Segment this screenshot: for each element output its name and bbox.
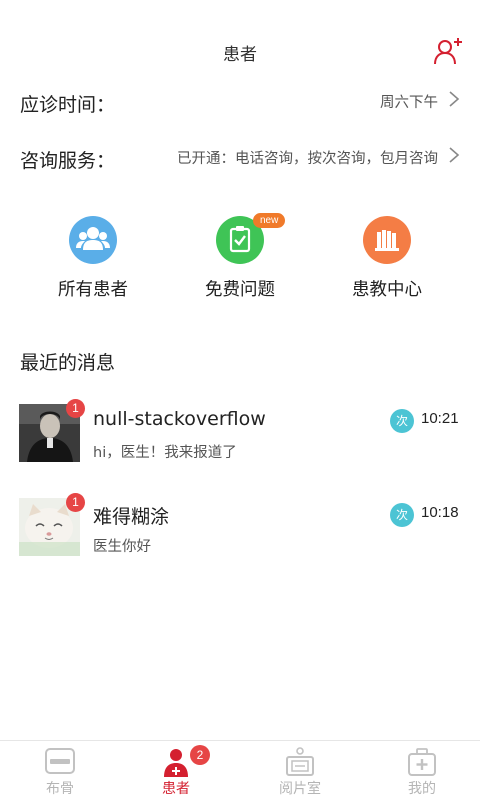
bottom-tab-bar: 布骨 2 患者 阅片室 我的 — [0, 740, 480, 800]
message-preview: 医生你好 — [93, 539, 151, 555]
books-icon — [363, 216, 411, 264]
buge-logo-icon — [43, 747, 77, 777]
tab-label: 布骨 — [46, 781, 74, 797]
tab-reading-room[interactable]: 阅片室 — [240, 741, 360, 800]
consult-type-badge: 次 — [390, 503, 414, 527]
list-item[interactable]: 1 难得糊涂 医生你好 次 10:18 — [0, 492, 480, 562]
consult-service-value: 已开通：电话咨询，按次咨询，包月咨询 — [177, 151, 438, 167]
message-time: 10:21 — [421, 410, 459, 427]
message-sender: 难得糊涂 — [93, 506, 170, 528]
consult-service-row[interactable]: 咨询服务： 已开通：电话咨询，按次咨询，包月咨询 — [0, 128, 480, 184]
clinic-hours-row[interactable]: 应诊时间： 周六下午 — [0, 72, 480, 128]
tab-label: 患者 — [162, 781, 190, 797]
message-sender: null-stackoverflow — [93, 408, 266, 430]
tab-buge[interactable]: 布骨 — [0, 741, 120, 800]
message-preview: hi，医生！我来报道了 — [93, 445, 237, 461]
free-questions-button[interactable]: new 免费问题 — [175, 213, 305, 300]
unread-badge: 1 — [66, 493, 85, 512]
consult-service-label: 咨询服务： — [20, 150, 116, 172]
tab-label: 阅片室 — [279, 781, 321, 797]
free-questions-label: 免费问题 — [205, 280, 275, 300]
medical-kit-icon — [405, 747, 439, 777]
all-patients-label: 所有患者 — [58, 280, 128, 300]
consult-type-badge: 次 — [390, 409, 414, 433]
patient-education-label: 患教中心 — [352, 280, 422, 300]
patients-group-icon — [69, 216, 117, 264]
chevron-right-icon — [448, 146, 460, 164]
patient-icon — [159, 747, 193, 777]
clinic-hours-label: 应诊时间： — [20, 94, 116, 116]
header: 患者 — [0, 0, 480, 76]
message-time: 10:18 — [421, 504, 459, 521]
list-item[interactable]: 1 null-stackoverflow hi，医生！我来报道了 次 10:21 — [0, 398, 480, 468]
patient-education-button[interactable]: 患教中心 — [322, 216, 452, 300]
add-patient-icon[interactable] — [432, 36, 464, 68]
new-badge: new — [253, 213, 286, 228]
tab-patients[interactable]: 2 患者 — [116, 741, 236, 800]
clinic-hours-value: 周六下午 — [380, 95, 438, 111]
chevron-right-icon — [448, 90, 460, 108]
page-title: 患者 — [223, 45, 257, 65]
xray-viewer-icon — [283, 747, 317, 777]
recent-messages-title: 最近的消息 — [20, 352, 116, 374]
tab-label: 我的 — [408, 781, 436, 797]
patients-count-badge: 2 — [190, 745, 210, 765]
unread-badge: 1 — [66, 399, 85, 418]
tab-mine[interactable]: 我的 — [362, 741, 480, 800]
all-patients-button[interactable]: 所有患者 — [28, 216, 158, 300]
